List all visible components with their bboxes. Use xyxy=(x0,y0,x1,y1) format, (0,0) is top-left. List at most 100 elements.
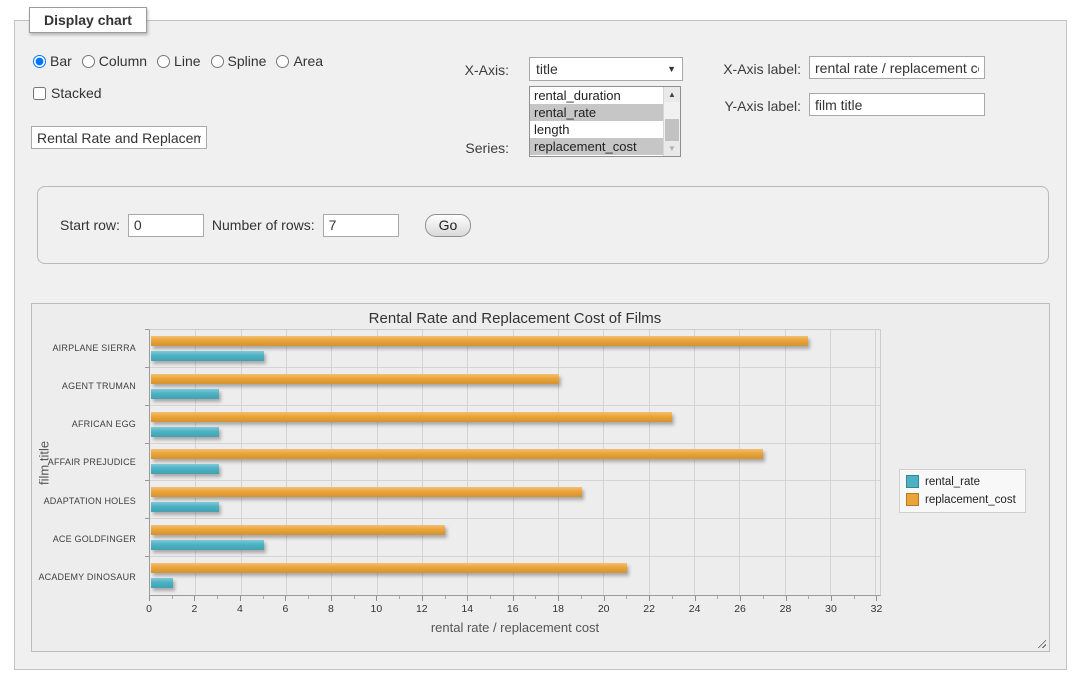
x-tick xyxy=(740,596,741,601)
bar-replacement_cost xyxy=(151,374,559,384)
x-tick xyxy=(331,596,332,601)
legend-item-replacement_cost: replacement_cost xyxy=(906,493,1016,506)
radio-line[interactable] xyxy=(157,55,170,68)
x-tick xyxy=(240,596,241,601)
x-tick xyxy=(854,596,855,599)
bar-group xyxy=(150,330,880,368)
category-label: ACADEMY DINOSAUR xyxy=(32,558,143,596)
stacked-row: Stacked xyxy=(33,85,102,101)
y-axis-labels: AIRPLANE SIERRAAGENT TRUMANAFRICAN EGGAF… xyxy=(32,329,143,596)
chart-type-option-area[interactable]: Area xyxy=(276,53,323,69)
radio-area[interactable] xyxy=(276,55,289,68)
stacked-checkbox[interactable] xyxy=(33,87,46,100)
x-axis-select-label: X-Axis: xyxy=(435,62,509,78)
series-option-length[interactable]: length xyxy=(530,121,663,138)
series-option-replacement_cost[interactable]: replacement_cost xyxy=(530,138,663,155)
fieldset-legend: Display chart xyxy=(29,7,147,33)
x-tick xyxy=(149,596,150,601)
radio-spline[interactable] xyxy=(211,55,224,68)
series-listbox-scrollbar[interactable]: ▲ ▼ xyxy=(663,87,680,156)
x-tick xyxy=(354,596,355,599)
x-tick-label: 18 xyxy=(552,603,564,615)
number-of-rows-input[interactable] xyxy=(323,214,399,237)
chart-type-option-column[interactable]: Column xyxy=(82,53,147,69)
stacked-label: Stacked xyxy=(51,85,102,101)
x-tick xyxy=(194,596,195,601)
radio-column[interactable] xyxy=(82,55,95,68)
scroll-down-icon[interactable]: ▼ xyxy=(664,141,680,156)
category-label: AIRPLANE SIERRA xyxy=(32,329,143,367)
x-tick xyxy=(649,596,650,601)
chart-type-option-spline[interactable]: Spline xyxy=(211,53,267,69)
chart-panel: Rental Rate and Replacement Cost of Film… xyxy=(31,303,1050,652)
x-tick xyxy=(513,596,514,601)
number-of-rows-label: Number of rows: xyxy=(212,217,315,233)
series-listbox-options: rental_durationrental_ratelengthreplacem… xyxy=(530,87,663,156)
scrollbar-thumb[interactable] xyxy=(665,119,679,141)
x-tick-label: 8 xyxy=(328,603,334,615)
x-tick xyxy=(717,596,718,599)
series-option-rental_rate[interactable]: rental_rate xyxy=(530,104,663,121)
bar-group xyxy=(150,406,880,444)
chart-type-option-bar[interactable]: Bar xyxy=(33,53,72,69)
chart-title: Rental Rate and Replacement Cost of Film… xyxy=(149,310,881,327)
scroll-up-icon[interactable]: ▲ xyxy=(664,87,680,102)
bar-rental_rate xyxy=(151,389,219,399)
category-label: ADAPTATION HOLES xyxy=(32,482,143,520)
x-tick xyxy=(876,596,877,601)
bar-group xyxy=(150,519,880,557)
x-tick-label: 0 xyxy=(146,603,152,615)
x-axis-tick-labels: 02468101214161820222426283032 xyxy=(149,603,881,615)
x-tick xyxy=(445,596,446,599)
radio-label: Column xyxy=(99,53,147,69)
x-tick xyxy=(172,596,173,599)
y-axis-label-input[interactable] xyxy=(809,93,985,116)
category-label: AGENT TRUMAN xyxy=(32,367,143,405)
x-tick-label: 28 xyxy=(780,603,792,615)
legend-label: replacement_cost xyxy=(925,494,1016,506)
start-row-input[interactable] xyxy=(128,214,204,237)
x-axis-select[interactable]: title ▼ xyxy=(529,57,683,81)
x-tick xyxy=(831,596,832,601)
bar-group xyxy=(150,557,880,595)
chevron-down-icon: ▼ xyxy=(667,64,676,74)
start-row-label: Start row: xyxy=(60,217,120,233)
radio-bar[interactable] xyxy=(33,55,46,68)
x-axis-label-label: X-Axis label: xyxy=(705,61,801,77)
chart-type-option-line[interactable]: Line xyxy=(157,53,200,69)
x-axis-ticks xyxy=(149,596,881,602)
bar-replacement_cost xyxy=(151,336,808,346)
radio-label: Spline xyxy=(228,53,267,69)
x-tick-label: 26 xyxy=(734,603,746,615)
x-tick xyxy=(626,596,627,599)
x-axis-title: rental rate / replacement cost xyxy=(149,620,881,635)
go-button[interactable]: Go xyxy=(425,214,472,237)
x-axis-label-input[interactable] xyxy=(809,56,985,79)
chart-type-radios: Bar Column Line Spline Area xyxy=(33,53,323,69)
row-range-box: Start row: Number of rows: Go xyxy=(37,186,1049,264)
x-tick xyxy=(263,596,264,599)
bar-replacement_cost xyxy=(151,449,763,459)
resize-grip-icon[interactable] xyxy=(1035,637,1046,648)
x-tick-label: 20 xyxy=(598,603,610,615)
bar-group xyxy=(150,368,880,406)
y-axis-label-label: Y-Axis label: xyxy=(705,98,801,114)
chart-title-input[interactable] xyxy=(31,126,207,149)
chart-legend: rental_ratereplacement_cost xyxy=(899,469,1026,513)
bar-rental_rate xyxy=(151,578,173,588)
bar-group xyxy=(150,444,880,482)
x-tick xyxy=(535,596,536,599)
x-tick-label: 30 xyxy=(825,603,837,615)
x-tick xyxy=(672,596,673,599)
x-tick-label: 32 xyxy=(871,603,883,615)
radio-label: Area xyxy=(293,53,323,69)
bar-replacement_cost xyxy=(151,525,445,535)
series-listbox[interactable]: rental_durationrental_ratelengthreplacem… xyxy=(529,86,681,157)
series-option-rental_duration[interactable]: rental_duration xyxy=(530,87,663,104)
x-tick xyxy=(285,596,286,601)
legend-swatch xyxy=(906,493,919,506)
x-tick-label: 14 xyxy=(461,603,473,615)
bar-rental_rate xyxy=(151,464,219,474)
radio-label: Bar xyxy=(50,53,72,69)
bar-rental_rate xyxy=(151,427,219,437)
